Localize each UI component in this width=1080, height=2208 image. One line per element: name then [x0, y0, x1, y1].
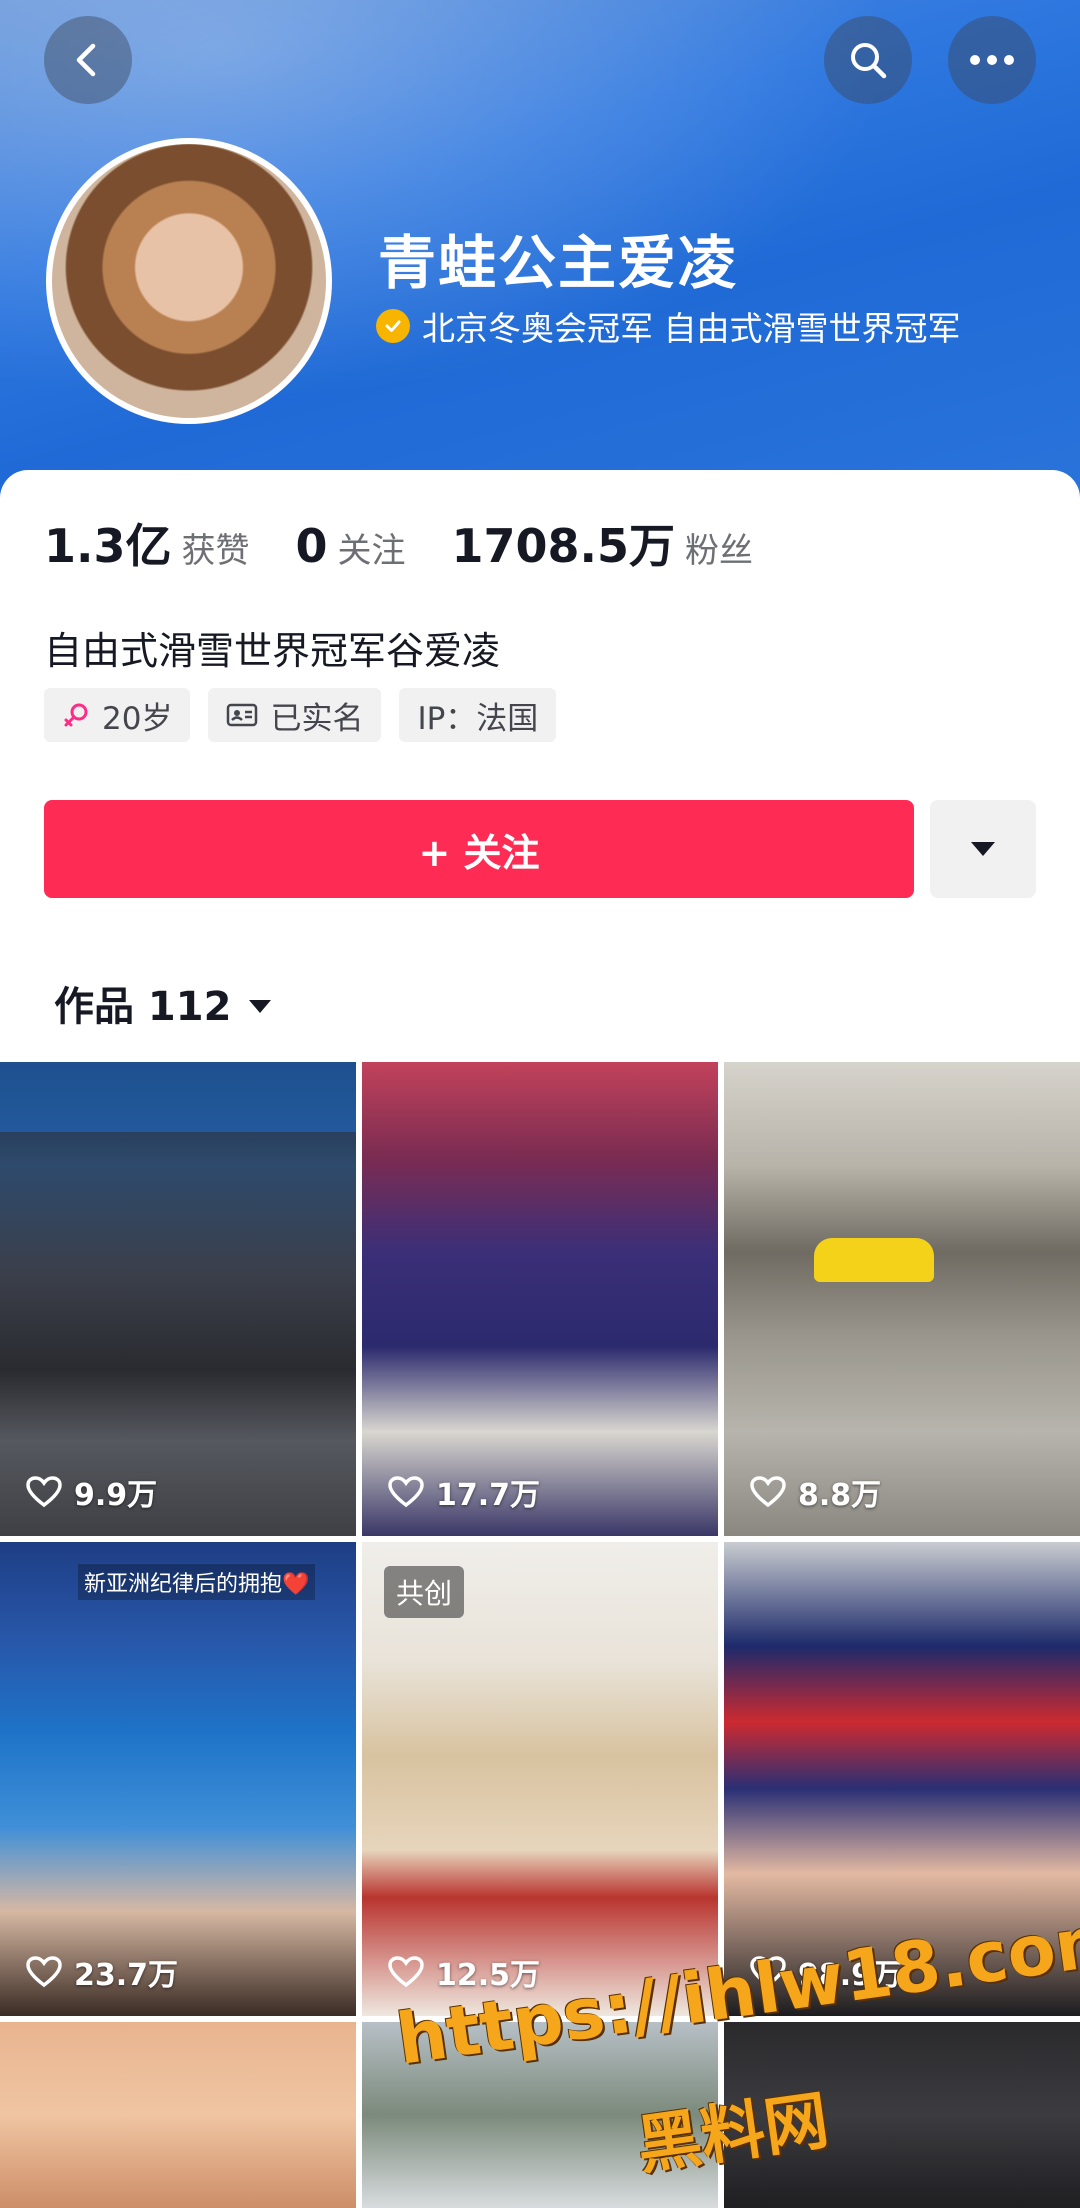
ip-text: IP：法国 [417, 700, 539, 737]
verification-row: 北京冬奥会冠军 自由式滑雪世界冠军 [376, 302, 961, 350]
realname-tag: 已实名 [208, 688, 382, 742]
heart-icon [26, 1476, 62, 1508]
likes-label[interactable]: 获赞 [182, 523, 250, 572]
id-card-icon [226, 702, 258, 728]
video-tile[interactable]: 共创 12.5万 [362, 1542, 718, 2016]
likes-count: 1.3亿 [44, 519, 172, 573]
like-count-text: 8.8万 [798, 1478, 882, 1513]
video-tile[interactable]: 8.8万 [724, 1062, 1080, 1536]
avatar[interactable] [46, 138, 332, 424]
search-icon [851, 43, 887, 79]
works-tab-label: 作品 112 [54, 984, 232, 1030]
co-create-badge: 共创 [384, 1566, 465, 1618]
follow-button[interactable]: + 关注 [44, 800, 914, 898]
bio-text: 自由式滑雪世界冠军谷爱凌 [44, 629, 501, 673]
more-button[interactable] [948, 16, 1036, 104]
display-name: 青蛙公主爱凌 [378, 229, 739, 297]
tab-works[interactable]: 作品 112 [54, 974, 273, 1032]
heart-icon [26, 1956, 62, 1988]
followers-count: 1708.5万 [451, 519, 676, 573]
video-tile[interactable]: 9.9万 [0, 1062, 356, 1536]
like-count: 23.7万 [26, 1950, 178, 1994]
verification-text: 北京冬奥会冠军 自由式滑雪世界冠军 [422, 309, 961, 348]
age-text: 20岁 [102, 700, 173, 737]
like-count: 8.8万 [750, 1470, 881, 1514]
heart-icon [388, 1476, 424, 1508]
like-count: 9.9万 [26, 1470, 157, 1514]
video-caption: 新亚洲纪律后的拥抱❤️ [78, 1564, 316, 1600]
back-button[interactable] [44, 16, 132, 104]
ip-tag: IP：法国 [399, 688, 557, 742]
video-tile[interactable]: 新亚洲纪律后的拥抱❤️ 23.7万 [0, 1542, 356, 2016]
realname-text: 已实名 [270, 700, 364, 737]
video-tile[interactable] [0, 2022, 356, 2208]
age-tag: 20岁 [44, 688, 191, 742]
video-tile[interactable]: 17.7万 [362, 1062, 718, 1536]
like-count-text: 23.7万 [74, 1958, 179, 1993]
like-count-text: 9.9万 [74, 1478, 158, 1513]
search-button[interactable] [824, 16, 912, 104]
like-count: 17.7万 [388, 1470, 540, 1514]
female-icon [62, 701, 90, 729]
following-label[interactable]: 关注 [338, 523, 406, 572]
following-count: 0 [295, 519, 328, 573]
heart-icon [388, 1956, 424, 1988]
tile-banner [0, 1062, 356, 1132]
verified-icon [376, 309, 410, 343]
caret-down-icon [971, 842, 995, 856]
tags-row: 20岁 已实名 IP：法国 [44, 688, 574, 742]
back-icon [76, 43, 96, 77]
tile-car-shape [814, 1238, 934, 1282]
caret-down-icon [247, 980, 273, 1026]
like-count-text: 17.7万 [436, 1478, 541, 1513]
heart-icon [750, 1476, 786, 1508]
more-icon [970, 55, 1014, 65]
stats-row: 1.3亿 获赞 0 关注 1708.5万 粉丝 [44, 510, 799, 576]
followers-label[interactable]: 粉丝 [685, 523, 753, 572]
more-actions-dropdown[interactable] [930, 800, 1036, 898]
